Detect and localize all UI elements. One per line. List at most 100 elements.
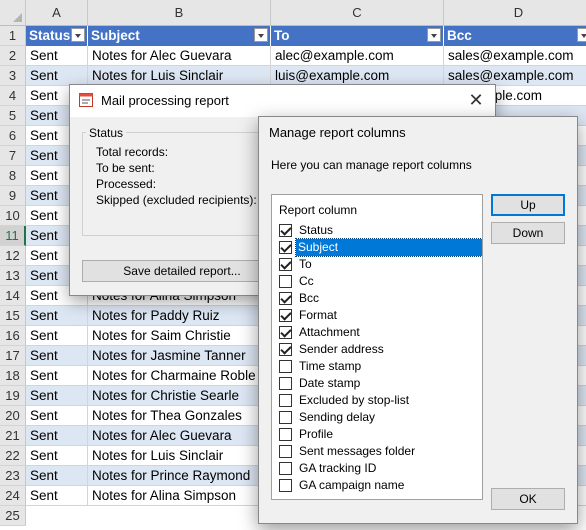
checkbox-checked-icon[interactable]: [279, 224, 292, 237]
ok-button[interactable]: OK: [491, 488, 565, 510]
column-header-d[interactable]: D: [444, 0, 586, 26]
checkbox-unchecked-icon[interactable]: [279, 462, 292, 475]
table-cell[interactable]: Sent: [26, 486, 88, 506]
table-cell[interactable]: Notes for Saim Christie: [88, 326, 271, 346]
checkbox-unchecked-icon[interactable]: [279, 275, 292, 288]
table-cell[interactable]: Notes for Alec Guevara: [88, 46, 271, 66]
column-header-b[interactable]: B: [88, 0, 271, 26]
row-header[interactable]: 19: [0, 386, 26, 406]
checkbox-unchecked-icon[interactable]: [279, 377, 292, 390]
row-header[interactable]: 24: [0, 486, 26, 506]
table-cell[interactable]: Notes for Prince Raymond: [88, 466, 271, 486]
checkbox-unchecked-icon[interactable]: [279, 445, 292, 458]
column-header-c[interactable]: C: [271, 0, 444, 26]
checkbox-checked-icon[interactable]: [279, 258, 292, 271]
table-cell[interactable]: Notes for Christie Searle: [88, 386, 271, 406]
table-cell[interactable]: Sent: [26, 366, 88, 386]
table-cell[interactable]: Sent: [26, 346, 88, 366]
row-header[interactable]: 2: [0, 46, 26, 66]
report-column-item[interactable]: Time stamp: [277, 358, 482, 375]
checkbox-checked-icon[interactable]: [279, 326, 292, 339]
report-column-item[interactable]: Profile: [277, 426, 482, 443]
checkbox-checked-icon[interactable]: [279, 343, 292, 356]
table-header-cell[interactable]: Status: [26, 26, 88, 46]
table-cell[interactable]: Notes for Jasmine Tanner: [88, 346, 271, 366]
row-header[interactable]: 9: [0, 186, 26, 206]
checkbox-unchecked-icon[interactable]: [279, 394, 292, 407]
checkbox-checked-icon[interactable]: [279, 309, 292, 322]
table-cell[interactable]: Sent: [26, 386, 88, 406]
checkbox-unchecked-icon[interactable]: [279, 411, 292, 424]
row-header[interactable]: 12: [0, 246, 26, 266]
row-header[interactable]: 23: [0, 466, 26, 486]
row-header[interactable]: 20: [0, 406, 26, 426]
filter-dropdown-icon[interactable]: [577, 28, 586, 42]
table-cell[interactable]: sales@example.com: [444, 66, 586, 86]
report-column-item[interactable]: GA tracking ID: [277, 460, 482, 477]
table-cell[interactable]: Notes for Paddy Ruiz: [88, 306, 271, 326]
row-header[interactable]: 25: [0, 506, 26, 526]
row-header[interactable]: 5: [0, 106, 26, 126]
up-button[interactable]: Up: [491, 194, 565, 216]
row-header[interactable]: 14: [0, 286, 26, 306]
column-header-a[interactable]: A: [26, 0, 88, 26]
filter-dropdown-icon[interactable]: [71, 28, 85, 42]
row-header[interactable]: 13: [0, 266, 26, 286]
row-header[interactable]: 15: [0, 306, 26, 326]
mail-report-titlebar[interactable]: Mail processing report ✕: [70, 85, 495, 117]
report-column-list[interactable]: Report column Status Subject To Cc Bcc Format…: [271, 194, 483, 500]
filter-dropdown-icon[interactable]: [427, 28, 441, 42]
row-header[interactable]: 16: [0, 326, 26, 346]
row-header[interactable]: 1: [0, 26, 26, 46]
table-cell[interactable]: Sent: [26, 66, 88, 86]
table-header-cell[interactable]: Subject: [88, 26, 271, 46]
row-header[interactable]: 21: [0, 426, 26, 446]
checkbox-unchecked-icon[interactable]: [279, 360, 292, 373]
report-column-item[interactable]: Sender address: [277, 341, 482, 358]
table-cell[interactable]: Sent: [26, 406, 88, 426]
table-cell[interactable]: Notes for Alina Simpson: [88, 486, 271, 506]
report-column-item[interactable]: To: [277, 256, 482, 273]
table-cell[interactable]: Sent: [26, 46, 88, 66]
report-column-item[interactable]: Sending delay: [277, 409, 482, 426]
row-header[interactable]: 11: [0, 226, 26, 246]
report-column-item[interactable]: GA campaign name: [277, 477, 482, 494]
table-cell[interactable]: Notes for Luis Sinclair: [88, 446, 271, 466]
table-cell[interactable]: Sent: [26, 306, 88, 326]
row-header[interactable]: 6: [0, 126, 26, 146]
report-column-item[interactable]: Bcc: [277, 290, 482, 307]
table-cell[interactable]: Notes for Alec Guevara: [88, 426, 271, 446]
report-column-item[interactable]: Attachment: [277, 324, 482, 341]
report-column-item[interactable]: Sent messages folder: [277, 443, 482, 460]
table-cell[interactable]: Sent: [26, 446, 88, 466]
table-cell[interactable]: Notes for Thea Gonzales: [88, 406, 271, 426]
table-cell[interactable]: luis@example.com: [271, 66, 444, 86]
checkbox-unchecked-icon[interactable]: [279, 479, 292, 492]
table-header-cell[interactable]: To: [271, 26, 444, 46]
table-cell[interactable]: Sent: [26, 466, 88, 486]
row-header[interactable]: 8: [0, 166, 26, 186]
table-cell[interactable]: alec@example.com: [271, 46, 444, 66]
checkbox-unchecked-icon[interactable]: [279, 428, 292, 441]
filter-dropdown-icon[interactable]: [254, 28, 268, 42]
select-all-corner[interactable]: [0, 0, 26, 26]
row-header[interactable]: 4: [0, 86, 26, 106]
row-header[interactable]: 18: [0, 366, 26, 386]
save-detailed-report-button[interactable]: Save detailed report...: [82, 260, 282, 282]
table-cell[interactable]: Sent: [26, 426, 88, 446]
checkbox-checked-icon[interactable]: [279, 292, 292, 305]
close-icon[interactable]: ✕: [467, 91, 485, 109]
report-column-item[interactable]: Subject: [277, 238, 482, 257]
table-cell[interactable]: Sent: [26, 326, 88, 346]
report-column-item[interactable]: Cc: [277, 273, 482, 290]
row-header[interactable]: 22: [0, 446, 26, 466]
report-column-item[interactable]: Date stamp: [277, 375, 482, 392]
report-column-item[interactable]: Format: [277, 307, 482, 324]
row-header[interactable]: 17: [0, 346, 26, 366]
table-cell[interactable]: Notes for Luis Sinclair: [88, 66, 271, 86]
row-header[interactable]: 10: [0, 206, 26, 226]
report-column-item[interactable]: Status: [277, 222, 482, 239]
table-cell[interactable]: Notes for Charmaine Roble: [88, 366, 271, 386]
down-button[interactable]: Down: [491, 222, 565, 244]
row-header[interactable]: 7: [0, 146, 26, 166]
